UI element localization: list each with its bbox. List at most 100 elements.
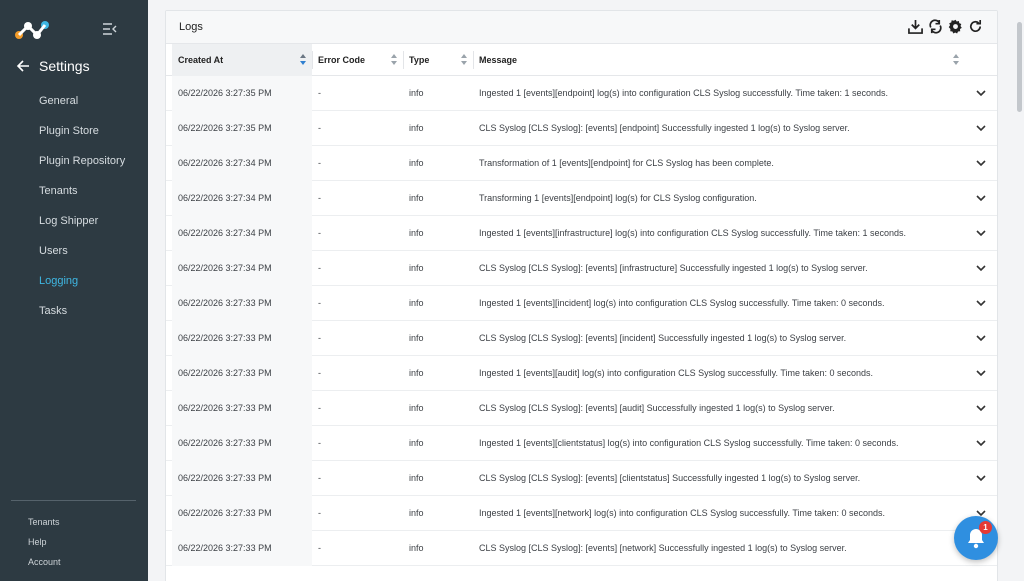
error-code-cell: -: [318, 368, 321, 378]
message-cell: CLS Syslog [CLS Syslog]: [events] [incid…: [479, 333, 847, 343]
type-cell: info: [409, 403, 424, 413]
column-type[interactable]: Type: [403, 44, 473, 76]
column-message-label: Message: [479, 55, 518, 65]
chevron-down-icon[interactable]: [976, 194, 986, 202]
bottom-link-account[interactable]: Account: [28, 552, 61, 572]
sidebar-item-general[interactable]: General: [0, 88, 148, 118]
type-cell: info: [409, 543, 424, 553]
created-at-cell: 06/22/2026 3:27:33 PM: [178, 438, 272, 448]
sidebar-bottom-links: Tenants Help Account: [28, 512, 61, 572]
created-at-cell: 06/22/2026 3:27:33 PM: [178, 473, 272, 483]
chevron-down-icon[interactable]: [976, 369, 986, 377]
sidebar-item-plugin-store[interactable]: Plugin Store: [0, 118, 148, 148]
created-at-cell: 06/22/2026 3:27:35 PM: [178, 88, 272, 98]
sidebar-item-tenants[interactable]: Tenants: [0, 178, 148, 208]
refresh-icon[interactable]: [968, 19, 983, 34]
chevron-down-icon[interactable]: [976, 439, 986, 447]
message-cell: Ingested 1 [events][incident] log(s) int…: [479, 298, 885, 308]
table-row[interactable]: 06/22/2026 3:27:33 PM - info Ingested 1 [ev…: [166, 496, 997, 531]
type-cell: info: [409, 508, 424, 518]
type-cell: info: [409, 123, 424, 133]
type-cell: info: [409, 228, 424, 238]
error-code-cell: -: [318, 158, 321, 168]
sidebar-divider: [11, 500, 136, 501]
chevron-down-icon[interactable]: [976, 89, 986, 97]
created-at-cell: 06/22/2026 3:27:33 PM: [178, 543, 272, 553]
table-row[interactable]: 06/22/2026 3:27:34 PM - info Transforming 1…: [166, 181, 997, 216]
table-row[interactable]: 06/22/2026 3:27:33 PM - info CLS Syslog [CL…: [166, 391, 997, 426]
chevron-down-icon[interactable]: [976, 264, 986, 272]
table-row[interactable]: 06/22/2026 3:27:33 PM - info CLS Syslog [CL…: [166, 461, 997, 496]
type-cell: info: [409, 438, 424, 448]
table-header: Created At Error Code Type Message: [166, 44, 997, 76]
message-cell: CLS Syslog [CLS Syslog]: [events] [audit…: [479, 403, 835, 413]
back-to-main-button[interactable]: Settings: [16, 58, 90, 74]
download-icon[interactable]: [908, 19, 923, 34]
chevron-down-icon[interactable]: [976, 404, 986, 412]
sidebar-item-plugin-repository[interactable]: Plugin Repository: [0, 148, 148, 178]
sort-icon: [391, 54, 397, 65]
table-row[interactable]: 06/22/2026 3:27:33 PM - info Ingested 1 [ev…: [166, 356, 997, 391]
table-row[interactable]: 06/22/2026 3:27:34 PM - info CLS Syslog [CL…: [166, 251, 997, 286]
message-cell: CLS Syslog [CLS Syslog]: [events] [netwo…: [479, 543, 847, 553]
error-code-cell: -: [318, 473, 321, 483]
chevron-down-icon[interactable]: [976, 124, 986, 132]
sidebar-item-users[interactable]: Users: [0, 238, 148, 268]
sort-icon: [461, 54, 467, 65]
created-at-cell: 06/22/2026 3:27:33 PM: [178, 508, 272, 518]
scrollbar-thumb[interactable]: [1017, 22, 1022, 112]
type-cell: info: [409, 263, 424, 273]
column-error-code[interactable]: Error Code: [312, 44, 403, 76]
chevron-down-icon[interactable]: [976, 159, 986, 167]
bottom-link-tenants[interactable]: Tenants: [28, 512, 61, 532]
error-code-cell: -: [318, 333, 321, 343]
column-message[interactable]: Message: [473, 44, 965, 76]
gear-icon[interactable]: [948, 19, 963, 34]
settings-title: Settings: [39, 58, 90, 74]
created-at-cell: 06/22/2026 3:27:33 PM: [178, 368, 272, 378]
table-row[interactable]: 06/22/2026 3:27:34 PM - info Transformation…: [166, 146, 997, 181]
error-code-cell: -: [318, 88, 321, 98]
type-cell: info: [409, 368, 424, 378]
created-at-cell: 06/22/2026 3:27:33 PM: [178, 298, 272, 308]
error-code-cell: -: [318, 263, 321, 273]
sync-icon[interactable]: [928, 19, 943, 34]
collapse-sidebar-icon[interactable]: [103, 23, 117, 35]
table-row[interactable]: 06/22/2026 3:27:33 PM - info Ingested 1 [ev…: [166, 286, 997, 321]
page-title: Logs: [179, 21, 203, 33]
table-row[interactable]: 06/22/2026 3:27:34 PM - info Ingested 1 [ev…: [166, 216, 997, 251]
error-code-cell: -: [318, 298, 321, 308]
table-row[interactable]: 06/22/2026 3:27:33 PM - info Ingested 1 [ev…: [166, 426, 997, 461]
table-row[interactable]: 06/22/2026 3:27:35 PM - info CLS Syslog [CL…: [166, 111, 997, 146]
panel-header: Logs: [166, 11, 997, 44]
type-cell: info: [409, 298, 424, 308]
message-cell: Ingested 1 [events][audit] log(s) into c…: [479, 368, 874, 378]
error-code-cell: -: [318, 508, 321, 518]
created-at-cell: 06/22/2026 3:27:34 PM: [178, 193, 272, 203]
chevron-down-icon[interactable]: [976, 474, 986, 482]
sidebar-item-tasks[interactable]: Tasks: [0, 298, 148, 328]
column-created-at[interactable]: Created At: [172, 44, 312, 76]
table-body: 06/22/2026 3:27:35 PM - info Ingested 1 [ev…: [166, 76, 997, 566]
notifications-button[interactable]: [954, 516, 998, 560]
app-logo[interactable]: [14, 19, 50, 41]
page-scrollbar[interactable]: [1015, 0, 1024, 581]
table-row[interactable]: 06/22/2026 3:27:33 PM - info CLS Syslog [CL…: [166, 531, 997, 566]
error-code-cell: -: [318, 543, 321, 553]
table-row[interactable]: 06/22/2026 3:27:33 PM - info CLS Syslog [CL…: [166, 321, 997, 356]
table-row[interactable]: 06/22/2026 3:27:35 PM - info Ingested 1 [ev…: [166, 76, 997, 111]
sidebar-item-logging[interactable]: Logging: [0, 268, 148, 298]
message-cell: Ingested 1 [events][clientstatus] log(s)…: [479, 438, 899, 448]
message-cell: Ingested 1 [events][infrastructure] log(…: [479, 228, 907, 238]
message-cell: CLS Syslog [CLS Syslog]: [events] [infra…: [479, 263, 868, 273]
message-cell: Ingested 1 [events][network] log(s) into…: [479, 508, 886, 518]
sidebar-item-log-shipper[interactable]: Log Shipper: [0, 208, 148, 238]
chevron-down-icon[interactable]: [976, 334, 986, 342]
column-error-code-label: Error Code: [318, 55, 366, 65]
type-cell: info: [409, 333, 424, 343]
chevron-down-icon[interactable]: [976, 229, 986, 237]
chevron-down-icon[interactable]: [976, 299, 986, 307]
bottom-link-help[interactable]: Help: [28, 532, 61, 552]
notification-badge: 1: [979, 521, 992, 534]
created-at-cell: 06/22/2026 3:27:34 PM: [178, 263, 272, 273]
